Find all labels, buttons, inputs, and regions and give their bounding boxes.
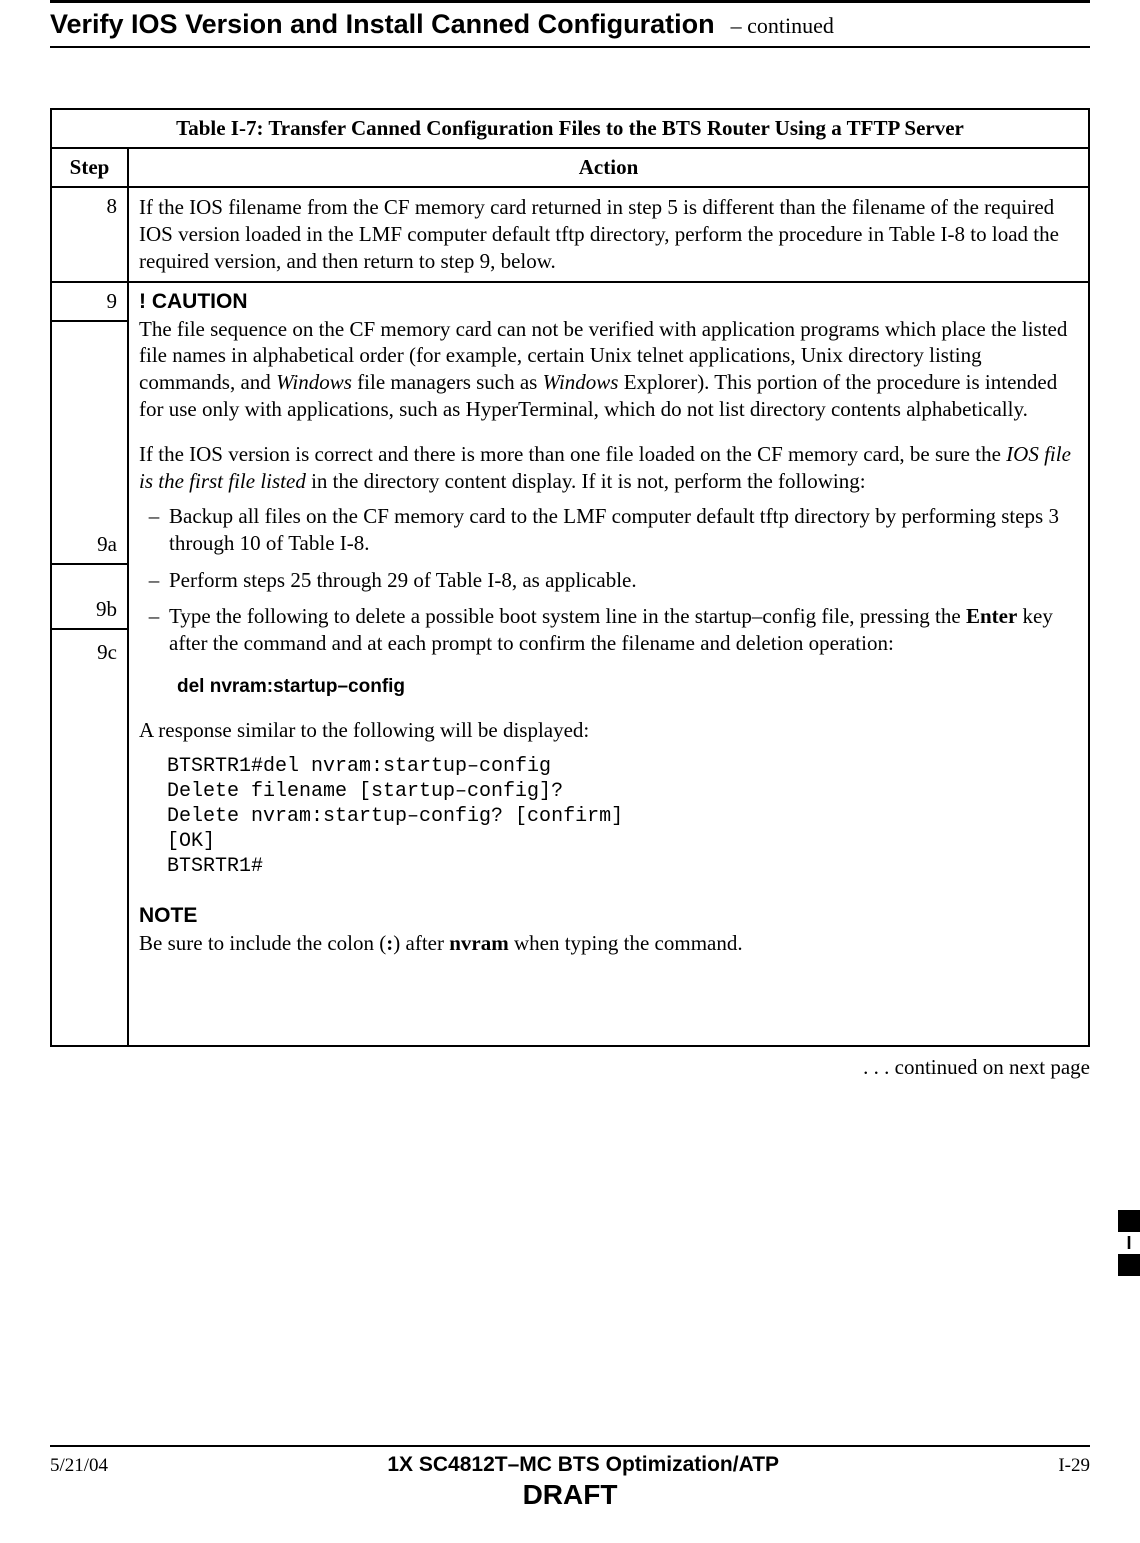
step-9c: 9c (51, 629, 128, 1046)
table-caption-text: Transfer Canned Configuration Files to t… (268, 116, 964, 140)
col-head-action: Action (128, 148, 1089, 187)
step9-intro: If the IOS version is correct and there … (139, 441, 1078, 495)
response-intro: A response similar to the following will… (139, 717, 1078, 744)
substep-9b-row: – Perform steps 25 through 29 of Table I… (139, 567, 1078, 594)
terminal-output: BTSRTR1#del nvram:startup–config Delete … (167, 754, 1078, 879)
footer-draft: DRAFT (50, 1479, 1090, 1511)
page-footer: 5/21/04 1X SC4812T–MC BTS Optimization/A… (50, 1445, 1090, 1511)
footer-page-number: I-29 (1058, 1455, 1090, 1477)
table-number: Table I-7: (176, 116, 263, 140)
continued-next-page: . . . continued on next page (50, 1055, 1090, 1080)
step-9a: 9a (51, 321, 128, 564)
footer-date: 5/21/04 (50, 1455, 108, 1477)
substep-9c-text: Type the following to delete a possible … (169, 603, 1078, 657)
page-header: Verify IOS Version and Install Canned Co… (50, 9, 1090, 40)
page-title-continued: – continued (731, 13, 834, 38)
substep-9b-text: Perform steps 25 through 29 of Table I-8… (169, 567, 1078, 594)
command-del-nvram: del nvram:startup–config (177, 675, 1078, 699)
substep-9c-row: – Type the following to delete a possibl… (139, 603, 1078, 657)
caution-heading: ! CAUTION (139, 289, 1078, 316)
action-9: ! CAUTION The file sequence on the CF me… (128, 282, 1089, 1046)
col-head-step: Step (51, 148, 128, 187)
step-9b: 9b (51, 564, 128, 629)
substep-9a-row: – Backup all files on the CF memory card… (139, 503, 1078, 557)
step-9: 9 (51, 282, 128, 321)
page-title: Verify IOS Version and Install Canned Co… (50, 9, 715, 39)
step-8: 8 (51, 187, 128, 282)
side-tab: I (1118, 1210, 1140, 1276)
caution-text: The file sequence on the CF memory card … (139, 316, 1078, 424)
side-tab-label: I (1118, 1232, 1140, 1254)
procedure-table: Table I-7: Transfer Canned Configuration… (50, 108, 1090, 1047)
action-8: If the IOS filename from the CF memory c… (128, 187, 1089, 282)
note-text: Be sure to include the colon (:) after n… (139, 930, 1078, 957)
substep-9a-text: Backup all files on the CF memory card t… (169, 503, 1078, 557)
footer-doc-title: 1X SC4812T–MC BTS Optimization/ATP (108, 1453, 1058, 1477)
table-caption: Table I-7: Transfer Canned Configuration… (51, 109, 1089, 148)
note-heading: NOTE (139, 903, 1078, 930)
